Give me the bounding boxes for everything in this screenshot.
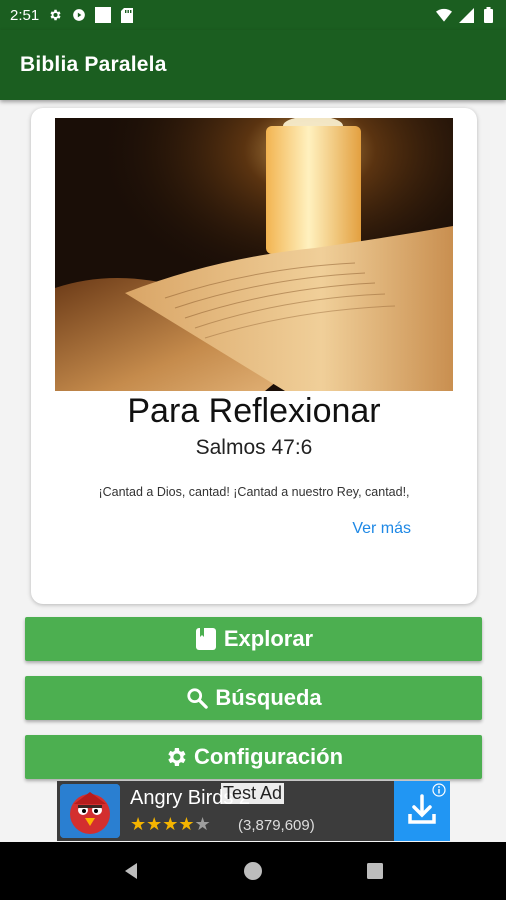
devotional-heading: Para Reflexionar — [127, 392, 381, 430]
verse-reference: Salmos 47:6 — [195, 436, 313, 459]
ad-rating-stars: ★★★★★ — [130, 814, 211, 835]
battery-icon — [480, 7, 496, 23]
ad-info-icon[interactable] — [432, 783, 446, 797]
app-title: Biblia Paralela — [20, 53, 167, 76]
recents-icon[interactable] — [363, 859, 387, 883]
test-ad-label: Test Ad — [221, 783, 285, 804]
busqueda-button[interactable]: Búsqueda — [25, 676, 482, 720]
explorar-button[interactable]: Explorar — [25, 617, 482, 661]
gear-icon — [164, 745, 188, 769]
download-icon — [405, 792, 439, 831]
configuracion-button[interactable]: Configuración — [25, 735, 482, 779]
wifi-icon — [436, 7, 452, 23]
sd-card-icon — [119, 7, 135, 23]
app-bar: Biblia Paralela — [0, 30, 506, 100]
status-time: 2:51 — [10, 6, 40, 24]
ad-banner[interactable]: Angry Birds 2 Test Ad ★★★★★ (3,879,609) — [57, 781, 450, 841]
search-icon — [185, 686, 209, 710]
ad-review-count: (3,879,609) — [238, 817, 315, 834]
busqueda-label: Búsqueda — [215, 685, 322, 710]
ad-app-thumbnail — [60, 784, 120, 838]
home-icon[interactable] — [241, 859, 265, 883]
candle-bible-image — [55, 118, 453, 391]
navigation-bar — [0, 842, 506, 900]
gear-icon — [47, 7, 63, 23]
configuracion-label: Configuración — [193, 744, 344, 769]
square-icon — [95, 7, 112, 23]
devotional-card: Para Reflexionar Salmos 47:6 ¡Cantad a D… — [31, 108, 477, 604]
signal-icon — [458, 7, 474, 23]
see-more-link[interactable]: Ver más — [352, 520, 411, 538]
play-protect-icon — [71, 7, 87, 23]
ad-rating-stars-filled: ★★★★ — [130, 814, 195, 834]
verse-text: ¡Cantad a Dios, cantad! ¡Cantad a nuestr… — [98, 485, 410, 499]
explorar-label: Explorar — [223, 626, 314, 651]
back-icon[interactable] — [119, 859, 143, 883]
status-bar: 2:51 — [0, 0, 506, 30]
ad-rating-stars-empty: ★ — [194, 814, 211, 834]
book-icon — [194, 627, 218, 651]
